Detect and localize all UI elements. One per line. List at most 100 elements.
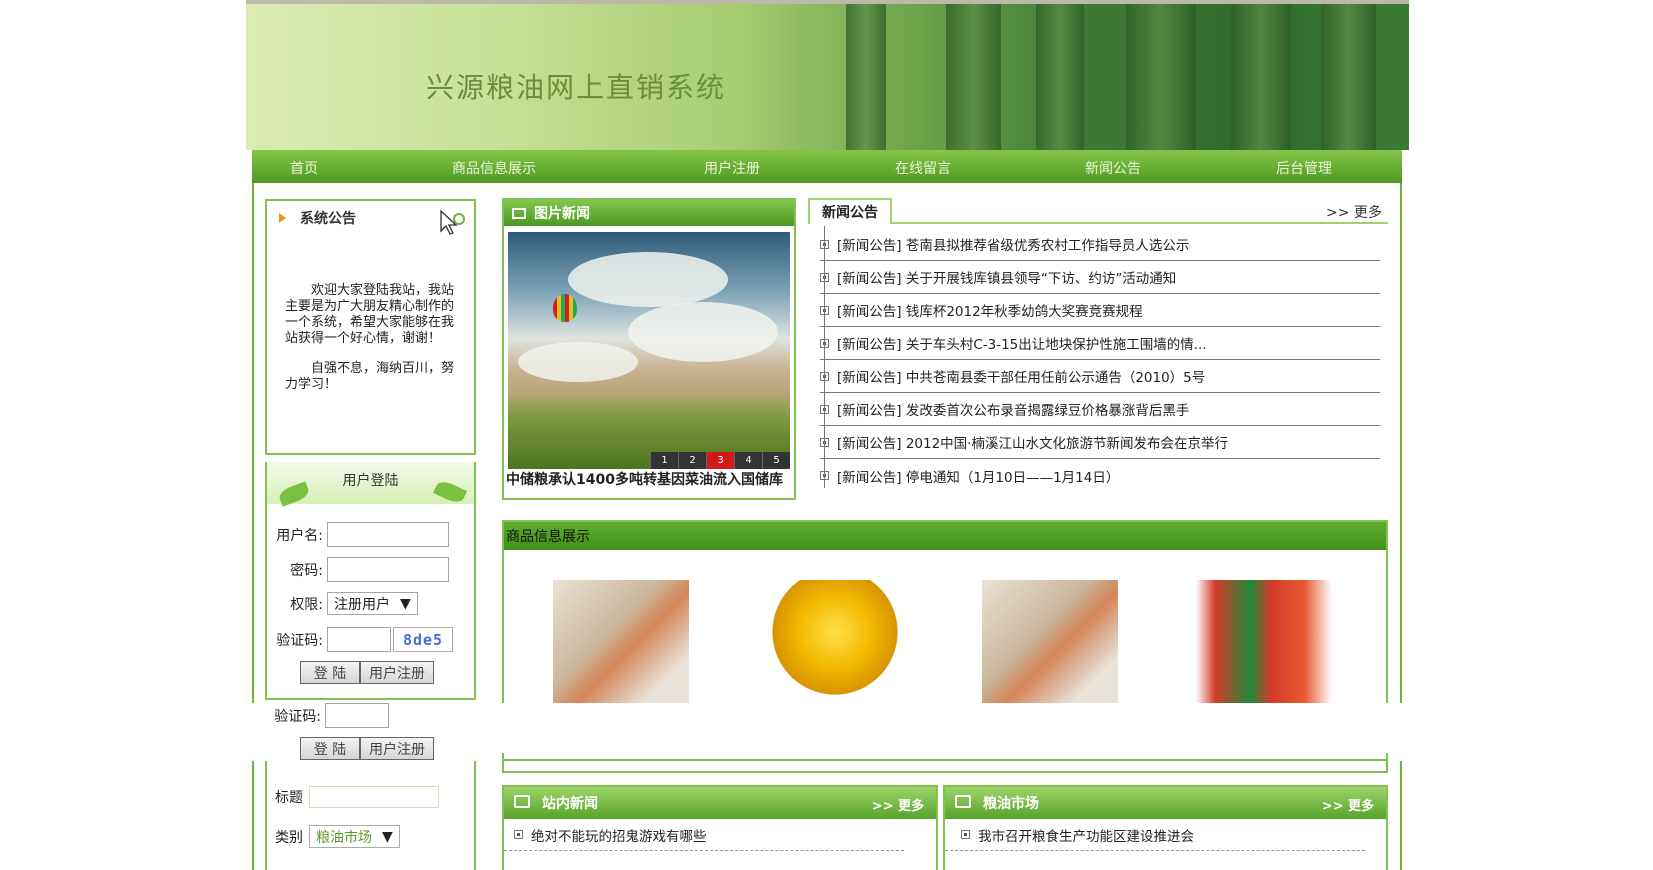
role-select[interactable]: 注册用户 ▼ bbox=[327, 592, 418, 615]
site-news-more-label: 更多 bbox=[897, 799, 924, 814]
news-item[interactable]: [新闻公告] 关于开展钱库镇县领导“下访、约访”活动通知 bbox=[820, 261, 1380, 294]
tab-news[interactable]: 新闻公告 bbox=[808, 198, 892, 224]
news-more-link[interactable]: >> 更多 bbox=[1326, 202, 1382, 222]
grain-market-item[interactable]: 我市召开粮食生产功能区建设推进会 bbox=[945, 819, 1365, 851]
message-title-input[interactable] bbox=[309, 786, 439, 808]
news-item[interactable]: [新闻公告] 发改委首次公布录音揭露绿豆价格暴涨背后黑手 bbox=[820, 393, 1380, 426]
password-row: 密码: bbox=[267, 557, 449, 582]
news-item[interactable]: [新闻公告] 苍南县拟推荐省级优秀农村工作指导员人选公示 bbox=[820, 228, 1380, 261]
grain-market-more-label: 更多 bbox=[1347, 799, 1374, 814]
banner-tree bbox=[846, 4, 886, 150]
picture-news-panel: 图片新闻 1 2 3 4 5 中储粮承认1400多吨转基因菜油流入国储库 bbox=[502, 198, 796, 500]
username-input[interactable] bbox=[327, 522, 449, 547]
system-notice-title: 系统公告 bbox=[300, 211, 356, 227]
message-title-row: 标题 bbox=[275, 786, 439, 808]
news-list: [新闻公告] 苍南县拟推荐省级优秀农村工作指导员人选公示 [新闻公告] 关于开展… bbox=[820, 228, 1380, 492]
site-news-panel: 站内新闻 >> 更多 绝对不能玩的招鬼游戏有哪些 bbox=[502, 785, 938, 870]
nav-guestbook[interactable]: 在线留言 bbox=[895, 158, 951, 178]
site-title: 兴源粮油网上直销系统 bbox=[426, 71, 727, 104]
ghost-login-buttons: 登 陆 用户注册 bbox=[300, 737, 434, 760]
product-image[interactable] bbox=[553, 580, 689, 710]
news-item-text: [新闻公告] 发改委首次公布录音揭露绿豆价格暴涨背后黑手 bbox=[837, 403, 1190, 419]
role-select-value: 注册用户 bbox=[334, 596, 390, 613]
ghost-register-button[interactable]: 用户注册 bbox=[360, 737, 434, 760]
news-item[interactable]: [新闻公告] 2012中国·楠溪江山水文化旅游节新闻发布会在京举行 bbox=[820, 426, 1380, 459]
cloud bbox=[628, 302, 778, 362]
product-image[interactable] bbox=[767, 580, 903, 710]
captcha-image[interactable]: 8de5 bbox=[393, 627, 453, 652]
slide-page-4[interactable]: 4 bbox=[734, 452, 762, 469]
password-input[interactable] bbox=[327, 557, 449, 582]
main-nav: 首页 商品信息展示 用户注册 在线留言 新闻公告 后台管理 bbox=[252, 150, 1402, 183]
message-category-select[interactable]: 粮油市场 ▼ bbox=[309, 825, 400, 848]
dropdown-arrow-icon: ▼ bbox=[382, 828, 393, 845]
captcha-label: 验证码: bbox=[276, 632, 323, 649]
system-notice-panel: 系统公告 欢迎大家登陆我站，我站主要是为广大朋友精心制作的一个系统，希望大家能够… bbox=[265, 199, 476, 455]
banner-tree bbox=[1321, 4, 1376, 150]
product-image[interactable] bbox=[1196, 580, 1332, 710]
nav-home[interactable]: 首页 bbox=[290, 158, 318, 178]
overlay-band: 验证码: 登 陆 用户注册 bbox=[0, 703, 1653, 761]
message-category-row: 类别 粮油市场 ▼ bbox=[275, 825, 400, 848]
site-news-item-text: 绝对不能玩的招鬼游戏有哪些 bbox=[531, 828, 707, 845]
cloud bbox=[518, 342, 638, 382]
slide-page-3[interactable]: 3 bbox=[706, 452, 734, 469]
login-button[interactable]: 登 陆 bbox=[300, 661, 360, 684]
picture-news-caption[interactable]: 中储粮承认1400多吨转基因菜油流入国储库 bbox=[504, 469, 794, 489]
slide-page-2[interactable]: 2 bbox=[678, 452, 706, 469]
ghost-login-button[interactable]: 登 陆 bbox=[300, 737, 360, 760]
site-news-title: 站内新闻 bbox=[542, 796, 598, 812]
cloud bbox=[568, 252, 728, 307]
tab-underline bbox=[890, 222, 1388, 224]
arrow-icon bbox=[279, 213, 286, 223]
system-notice-body: 欢迎大家登陆我站，我站主要是为广大朋友精心制作的一个系统，希望大家能够在我站获得… bbox=[267, 235, 474, 393]
news-item[interactable]: [新闻公告] 中共苍南县委干部任用任前公示通告（2010）5号 bbox=[820, 360, 1380, 393]
ghost-captcha-label: 验证码: bbox=[274, 708, 321, 725]
register-button[interactable]: 用户注册 bbox=[360, 661, 434, 684]
message-title-label: 标题 bbox=[275, 790, 303, 806]
grain-market-title: 粮油市场 bbox=[983, 796, 1039, 812]
site-news-more-link[interactable]: >> 更多 bbox=[872, 795, 924, 814]
notice-paragraph: 欢迎大家登陆我站，我站主要是为广大朋友精心制作的一个系统，希望大家能够在我站获得… bbox=[285, 283, 455, 346]
nav-register[interactable]: 用户注册 bbox=[704, 158, 760, 178]
login-title: 用户登陆 bbox=[342, 473, 399, 489]
grain-market-more-link[interactable]: >> 更多 bbox=[1322, 795, 1374, 814]
banner-tree bbox=[1231, 4, 1291, 150]
news-item[interactable]: [新闻公告] 停电通知（1月10日——1月14日） bbox=[820, 459, 1380, 492]
site-news-item[interactable]: 绝对不能玩的招鬼游戏有哪些 bbox=[504, 819, 904, 851]
news-item-text: [新闻公告] 停电通知（1月10日——1月14日） bbox=[837, 469, 1120, 486]
news-item[interactable]: [新闻公告] 关于车头村C-3-15出让地块保护性施工围墙的情... bbox=[820, 327, 1380, 360]
bullet-icon bbox=[514, 830, 523, 839]
nav-products[interactable]: 商品信息展示 bbox=[452, 158, 536, 178]
news-item-text: [新闻公告] 2012中国·楠溪江山水文化旅游节新闻发布会在京举行 bbox=[837, 436, 1228, 452]
picture-news-image[interactable]: 1 2 3 4 5 bbox=[508, 232, 790, 469]
nav-news[interactable]: 新闻公告 bbox=[1085, 158, 1141, 178]
briefcase-icon bbox=[514, 795, 530, 808]
product-image[interactable] bbox=[982, 580, 1118, 710]
captcha-input[interactable] bbox=[327, 627, 391, 652]
grain-market-panel: 粮油市场 >> 更多 我市召开粮食生产功能区建设推进会 bbox=[943, 785, 1388, 870]
double-chevron-icon: >> bbox=[1326, 205, 1350, 221]
slide-page-1[interactable]: 1 bbox=[650, 452, 678, 469]
ghost-captcha-input[interactable] bbox=[325, 703, 389, 728]
nav-admin[interactable]: 后台管理 bbox=[1276, 158, 1332, 178]
news-panel: 新闻公告 >> 更多 [新闻公告] 苍南县拟推荐省级优秀农村工作指导员人选公示 … bbox=[808, 198, 1388, 488]
message-category-label: 类别 bbox=[275, 829, 303, 846]
news-item-text: [新闻公告] 关于开展钱库镇县领导“下访、约访”活动通知 bbox=[837, 271, 1177, 287]
banner-tree bbox=[946, 4, 1001, 150]
grain-market-item-text: 我市召开粮食生产功能区建设推进会 bbox=[978, 828, 1194, 845]
news-item-text: [新闻公告] 钱库杯2012年秋季幼鸽大奖赛竞赛规程 bbox=[837, 304, 1143, 320]
news-item[interactable]: [新闻公告] 钱库杯2012年秋季幼鸽大奖赛竞赛规程 bbox=[820, 294, 1380, 327]
role-row: 权限: 注册用户 ▼ bbox=[267, 592, 418, 615]
double-chevron-icon: >> bbox=[1321, 799, 1348, 814]
banner-tree bbox=[1126, 4, 1196, 150]
banner-tree bbox=[1036, 4, 1084, 150]
news-divider bbox=[824, 226, 825, 488]
products-header: 商品信息展示 bbox=[504, 522, 1386, 550]
password-label: 密码: bbox=[290, 562, 323, 579]
news-item-text: [新闻公告] 中共苍南县委干部任用任前公示通告（2010）5号 bbox=[837, 370, 1206, 386]
hot-air-balloon bbox=[553, 294, 577, 322]
slide-page-5[interactable]: 5 bbox=[762, 452, 790, 469]
cursor-icon bbox=[440, 209, 465, 235]
message-form: 标题 类别 粮油市场 ▼ bbox=[265, 761, 476, 870]
